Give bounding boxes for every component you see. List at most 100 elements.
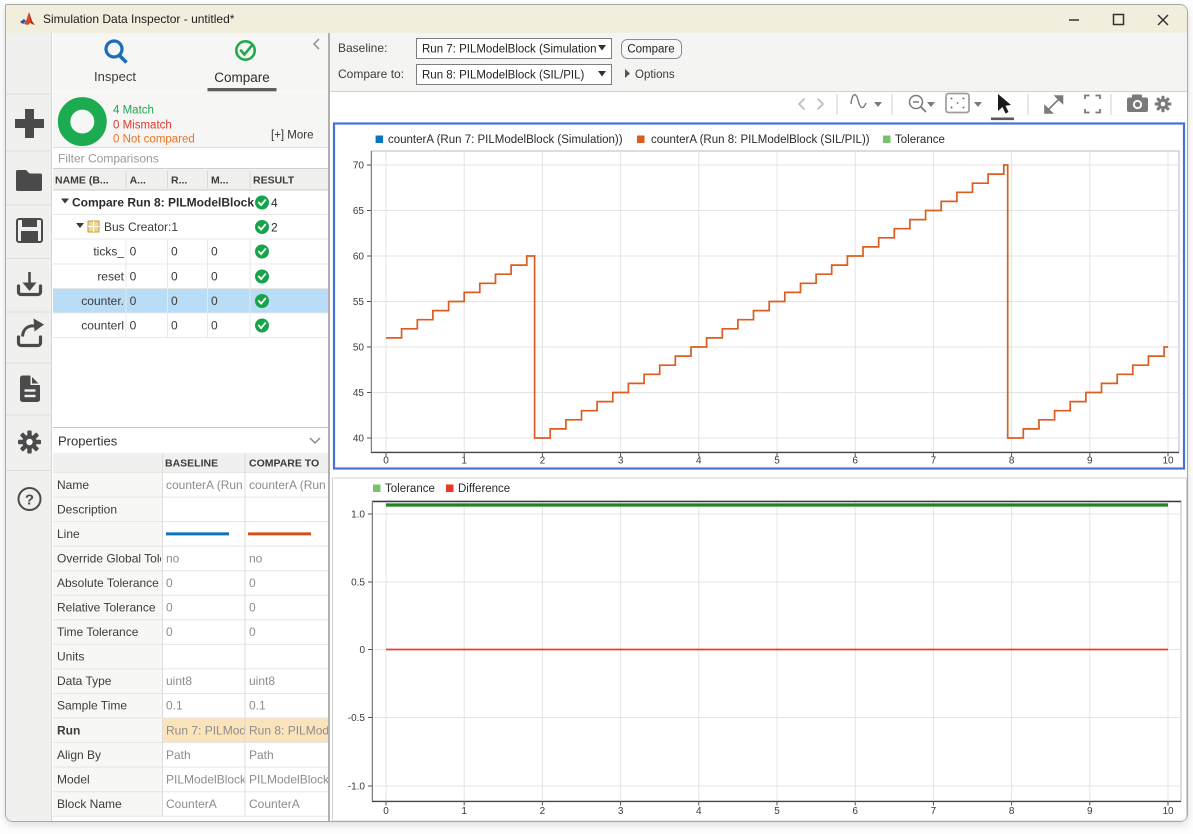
svg-text:50: 50 (353, 343, 365, 354)
svg-text:Tolerance: Tolerance (895, 134, 945, 146)
svg-text:0: 0 (211, 319, 218, 333)
svg-text:5: 5 (774, 456, 780, 467)
svg-text:6: 6 (852, 456, 858, 467)
svg-text:0: 0 (171, 294, 178, 308)
svg-text:0: 0 (171, 270, 178, 284)
svg-text:0: 0 (249, 601, 256, 615)
svg-text:2: 2 (271, 221, 278, 235)
svg-text:?: ? (25, 492, 34, 509)
svg-text:counterl: counterl (81, 319, 124, 333)
svg-text:uint8: uint8 (249, 674, 275, 688)
svg-text:R...: R... (171, 175, 187, 187)
svg-text:1.0: 1.0 (351, 510, 365, 521)
svg-text:Path: Path (166, 748, 191, 762)
svg-text:Path: Path (249, 748, 274, 762)
svg-text:counterA (Run 8: PILModelBlock: counterA (Run 8: PILModelBlock (SIL/PIL)… (651, 134, 870, 146)
svg-text:0: 0 (211, 270, 218, 284)
svg-text:M...: M... (211, 175, 229, 187)
svg-text:Time Tolerance: Time Tolerance (57, 625, 139, 639)
svg-text:Baseline:: Baseline: (338, 41, 387, 55)
svg-text:RESULT: RESULT (253, 175, 295, 187)
svg-text:Absolute Tolerance: Absolute Tolerance (57, 576, 159, 590)
svg-text:0: 0 (359, 645, 365, 656)
svg-text:8: 8 (1009, 456, 1015, 467)
svg-text:counterA (Run: counterA (Run (166, 478, 243, 492)
svg-text:PILModelBlock: PILModelBlock (249, 772, 328, 786)
svg-text:0: 0 (383, 456, 389, 467)
svg-text:no: no (166, 551, 180, 565)
svg-text:0: 0 (130, 319, 137, 333)
svg-text:-1.0: -1.0 (348, 782, 366, 793)
svg-text:reset: reset (97, 270, 124, 284)
svg-text:0: 0 (166, 601, 173, 615)
svg-text:8: 8 (1009, 806, 1015, 817)
svg-text:0 Not compared: 0 Not compared (113, 134, 195, 146)
svg-text:0 Mismatch: 0 Mismatch (113, 120, 172, 132)
svg-text:9: 9 (1087, 806, 1093, 817)
svg-text:[+] More: [+] More (271, 130, 314, 142)
svg-text:65: 65 (353, 206, 365, 217)
svg-text:no: no (249, 551, 263, 565)
svg-text:10: 10 (1162, 456, 1174, 467)
svg-text:Inspect: Inspect (94, 69, 136, 84)
svg-text:Run 7: PILModelBlock (Simulati: Run 7: PILModelBlock (Simulation (422, 44, 597, 56)
svg-text:0: 0 (166, 576, 173, 590)
svg-text:Run: Run (57, 723, 80, 737)
svg-text:Model: Model (57, 772, 90, 786)
svg-text:3: 3 (618, 456, 624, 467)
svg-text:Tolerance: Tolerance (385, 483, 435, 495)
svg-text:PILModelBlock: PILModelBlock (166, 772, 247, 786)
svg-text:0: 0 (130, 270, 137, 284)
svg-text:A...: A... (130, 175, 146, 187)
svg-text:4: 4 (271, 196, 278, 210)
svg-text:Compare: Compare (214, 70, 270, 85)
svg-text:Properties: Properties (58, 434, 118, 449)
svg-text:Units: Units (57, 650, 84, 664)
svg-text:0: 0 (249, 576, 256, 590)
svg-text:0: 0 (130, 294, 137, 308)
svg-text:1: 1 (461, 456, 467, 467)
svg-text:Run 8: PILMod: Run 8: PILMod (249, 723, 328, 737)
svg-text:Line: Line (57, 527, 80, 541)
svg-text:0.1: 0.1 (166, 699, 183, 713)
svg-text:45: 45 (353, 388, 365, 399)
svg-text:Sample Time: Sample Time (57, 699, 127, 713)
svg-text:Name: Name (57, 478, 89, 492)
svg-text:Block Name: Block Name (57, 797, 122, 811)
svg-text:CounterA: CounterA (166, 797, 217, 811)
svg-text:Data Type: Data Type (57, 674, 112, 688)
svg-text:COMPARE TO: COMPARE TO (249, 458, 319, 470)
svg-text:0.1: 0.1 (249, 699, 266, 713)
svg-text:4: 4 (696, 806, 702, 817)
svg-text:2: 2 (540, 806, 546, 817)
svg-text:Relative Tolerance: Relative Tolerance (57, 601, 156, 615)
svg-text:counterA (Run: counterA (Run (249, 478, 326, 492)
svg-text:60: 60 (353, 252, 365, 263)
svg-text:1: 1 (461, 806, 467, 817)
svg-text:0: 0 (166, 625, 173, 639)
svg-text:BASELINE: BASELINE (165, 458, 218, 470)
svg-text:Compare Run 8: PILModelBlock: Compare Run 8: PILModelBlock (72, 196, 254, 210)
svg-text:0: 0 (211, 294, 218, 308)
svg-text:0: 0 (249, 625, 256, 639)
svg-text:9: 9 (1087, 456, 1093, 467)
svg-text:70: 70 (353, 161, 365, 172)
svg-text:-0.5: -0.5 (348, 713, 366, 724)
svg-text:CounterA: CounterA (249, 797, 300, 811)
svg-text:Override Global Tole: Override Global Tole (57, 551, 166, 565)
svg-text:0: 0 (130, 245, 137, 259)
svg-text:40: 40 (353, 434, 365, 445)
svg-text:0: 0 (171, 245, 178, 259)
svg-text:0.5: 0.5 (351, 578, 365, 589)
svg-text:Align By: Align By (57, 748, 101, 762)
svg-text:Bus Creator:1: Bus Creator:1 (104, 220, 178, 234)
svg-text:0: 0 (171, 319, 178, 333)
svg-text:4: 4 (696, 456, 702, 467)
svg-text:Options: Options (635, 69, 675, 81)
svg-text:Compare to:: Compare to: (338, 67, 404, 81)
svg-text:0: 0 (383, 806, 389, 817)
svg-text:Description: Description (57, 502, 117, 516)
svg-text:10: 10 (1162, 806, 1174, 817)
svg-text:NAME (B...: NAME (B... (55, 175, 109, 187)
svg-text:uint8: uint8 (166, 674, 192, 688)
